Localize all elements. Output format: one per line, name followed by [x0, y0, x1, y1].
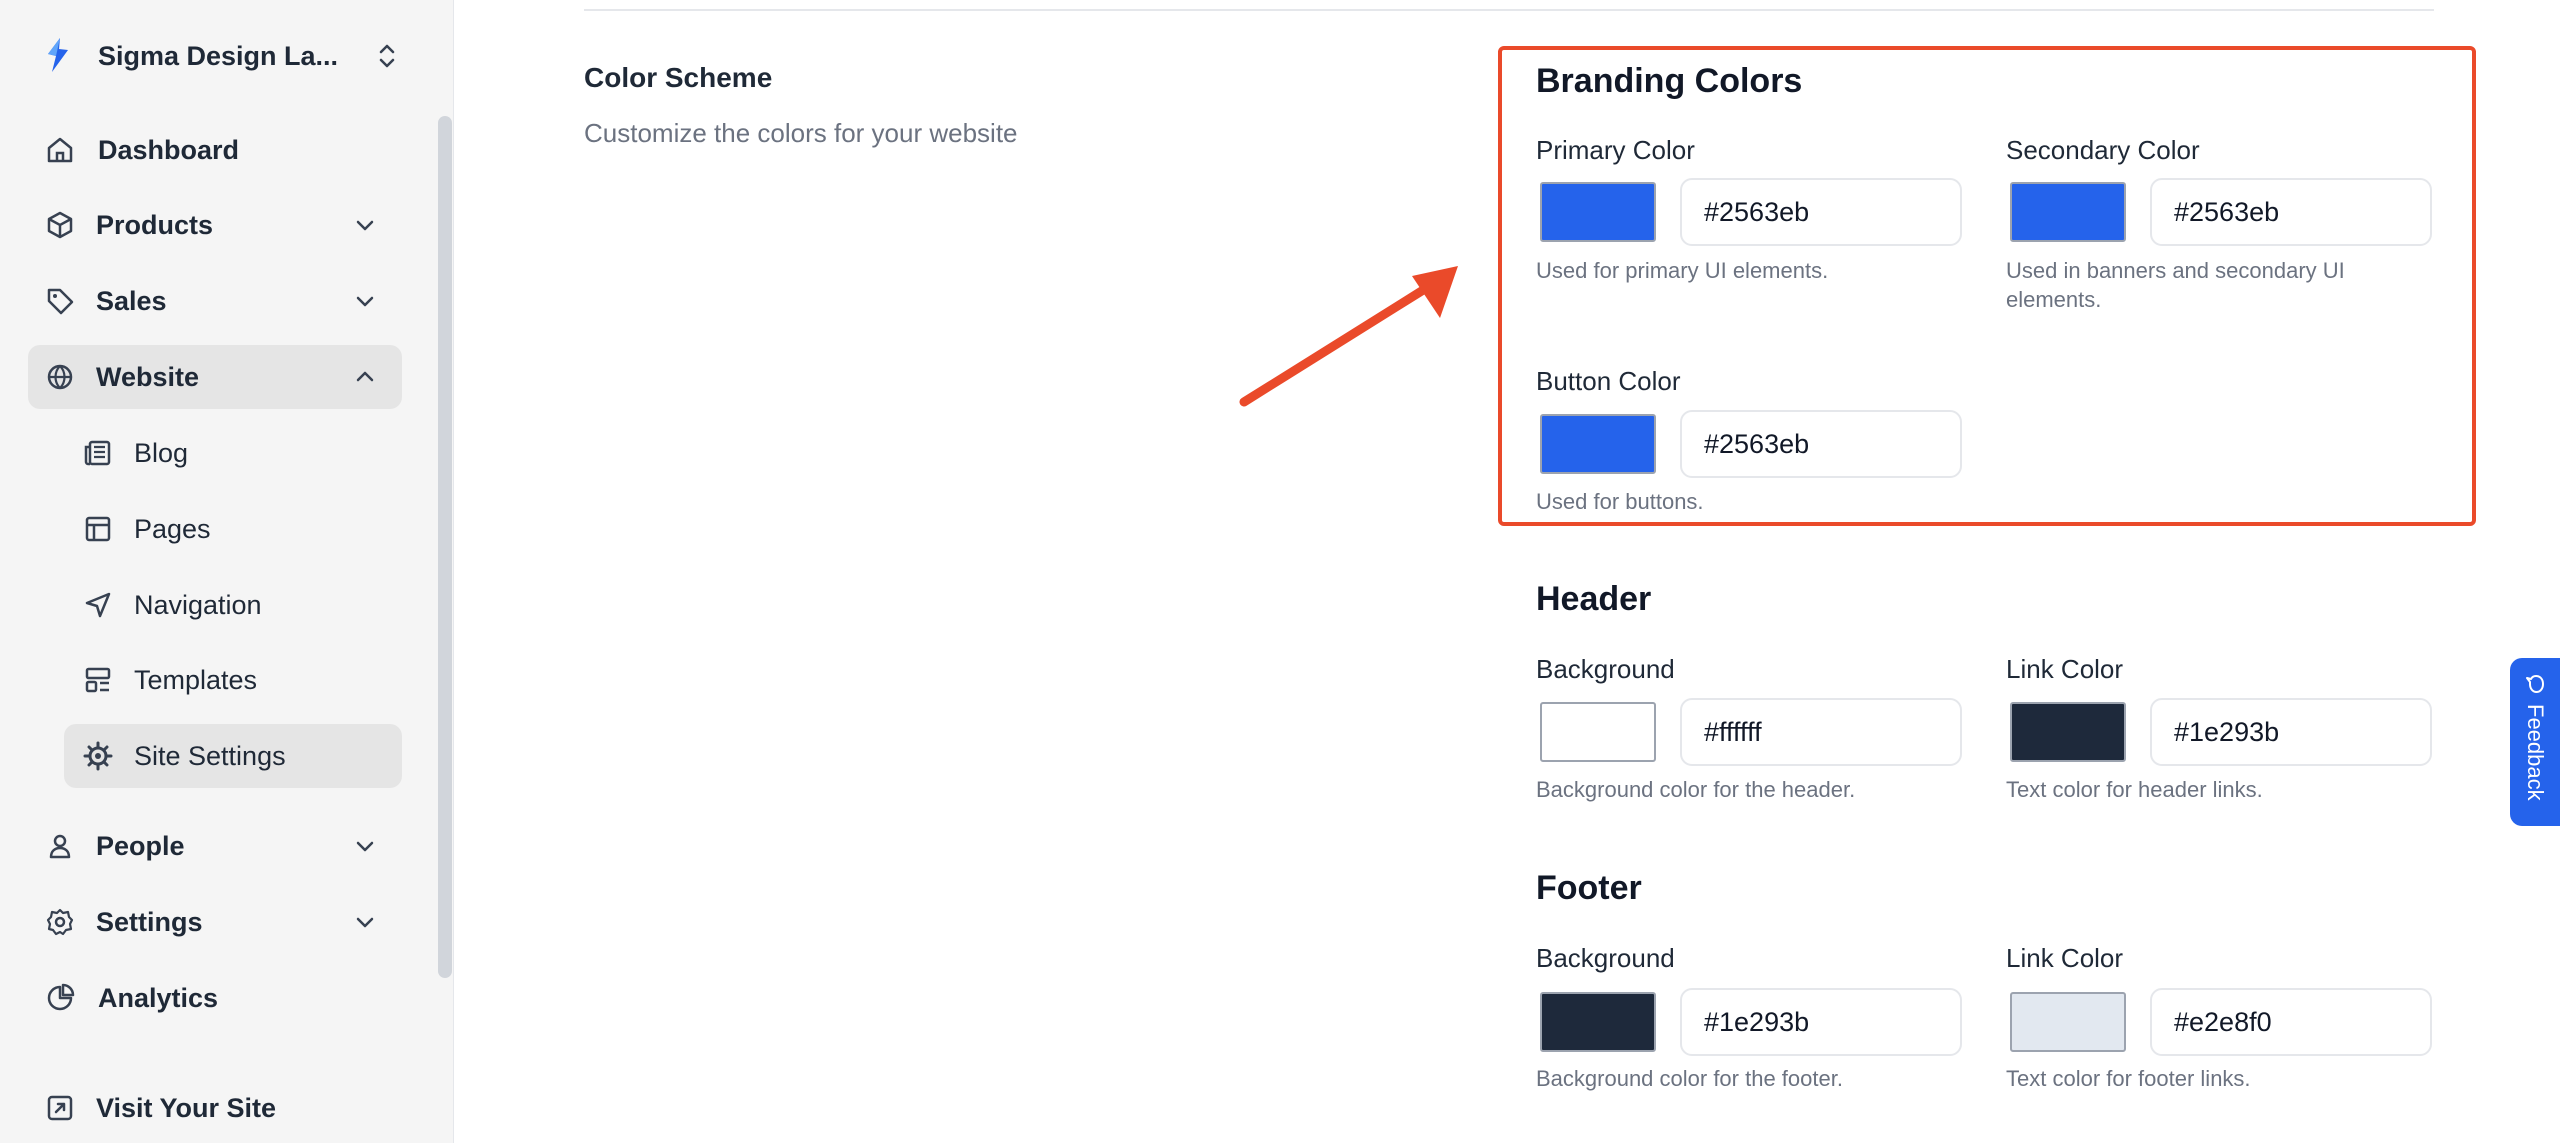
gear-icon	[46, 908, 74, 936]
header-link-label: Link Color	[2006, 654, 2124, 684]
feedback-label: Feedback	[2523, 704, 2548, 801]
chevron-down-icon	[356, 220, 374, 231]
primary-color-swatch[interactable]	[1540, 182, 1656, 242]
footer-colors-title: Footer	[1536, 869, 1642, 907]
sidebar-item-label: Dashboard	[98, 134, 240, 165]
secondary-color-input[interactable]: #2563eb	[2150, 178, 2432, 246]
chevron-down-icon	[356, 841, 374, 852]
footer-link-label: Link Color	[2006, 943, 2124, 973]
home-icon	[47, 137, 73, 163]
secondary-color-help: Used in banners and secondary UI element…	[2006, 258, 2345, 312]
box-icon	[47, 211, 73, 239]
sidebar-item-site-settings[interactable]: Site Settings	[64, 724, 402, 788]
secondary-color-label: Secondary Color	[2006, 135, 2200, 165]
sidebar-item-label: Blog	[134, 437, 189, 468]
sidebar-item-label: Analytics	[98, 982, 219, 1013]
brand-name: Sigma Design La...	[98, 40, 339, 71]
branding-colors-title: Branding Colors	[1536, 62, 1803, 100]
header-background-input[interactable]: #ffffff	[1680, 698, 1962, 766]
button-color-input[interactable]: #2563eb	[1680, 410, 1962, 478]
sidebar-item-products[interactable]: Products	[28, 193, 402, 257]
newspaper-icon	[84, 440, 111, 466]
chevron-up-down-icon[interactable]	[374, 40, 400, 72]
header-colors-title: Header	[1536, 580, 1652, 618]
globe-icon	[47, 364, 73, 390]
sidebar-item-label: Site Settings	[134, 740, 286, 771]
sidebar-item-label: People	[96, 830, 185, 861]
template-icon	[85, 667, 111, 693]
footer-background-swatch[interactable]	[1540, 992, 1656, 1052]
workspace-switcher[interactable]: Sigma Design La...	[40, 30, 400, 82]
section-title: Color Scheme	[584, 62, 773, 93]
sidebar-item-blog[interactable]: Blog	[64, 421, 402, 485]
primary-color-help: Used for primary UI elements.	[1536, 258, 1829, 283]
user-icon	[49, 834, 71, 859]
sidebar-item-label: Settings	[96, 906, 203, 937]
section-description: Customize the colors for your website	[584, 118, 1018, 148]
footer-link-help: Text color for footer links.	[2006, 1066, 2251, 1091]
header-link-swatch[interactable]	[2010, 702, 2126, 762]
sidebar-item-label: Sales	[96, 285, 167, 316]
footer-link-input[interactable]: #e2e8f0	[2150, 988, 2432, 1056]
sidebar-item-templates[interactable]: Templates	[64, 648, 402, 712]
sidebar: Sigma Design La... Dashboard Products Sa…	[0, 0, 454, 1143]
secondary-color-swatch[interactable]	[2010, 182, 2126, 242]
sidebar-item-label: Products	[96, 209, 214, 240]
sidebar-scrollbar[interactable]	[438, 116, 452, 978]
button-color-label: Button Color	[1536, 366, 1681, 396]
sidebar-item-label: Navigation	[134, 589, 262, 620]
footer-background-input[interactable]: #1e293b	[1680, 988, 1962, 1056]
footer-link-swatch[interactable]	[2010, 992, 2126, 1052]
external-link-icon	[47, 1095, 73, 1121]
brand-logo-icon	[48, 38, 68, 72]
header-background-swatch[interactable]	[1540, 702, 1656, 762]
sidebar-item-navigation[interactable]: Navigation	[64, 573, 402, 637]
section-divider	[584, 9, 2434, 11]
navigation-arrow-icon	[85, 592, 111, 618]
header-link-help: Text color for header links.	[2006, 777, 2263, 802]
sidebar-item-website[interactable]: Website	[28, 345, 402, 409]
button-color-help: Used for buttons.	[1536, 489, 1704, 514]
footer-background-label: Background	[1536, 943, 1675, 973]
primary-color-input[interactable]: #2563eb	[1680, 178, 1962, 246]
annotation-arrow-icon	[1239, 266, 1458, 407]
sidebar-item-people[interactable]: People	[28, 814, 402, 878]
sidebar-item-pages[interactable]: Pages	[64, 497, 402, 561]
primary-color-label: Primary Color	[1536, 135, 1695, 165]
chat-bubble-icon	[2526, 675, 2544, 693]
sidebar-item-sales[interactable]: Sales	[28, 269, 402, 333]
header-background-label: Background	[1536, 654, 1675, 684]
sidebar-item-label: Visit Your Site	[96, 1092, 277, 1123]
layout-icon	[85, 516, 111, 542]
chevron-down-icon	[356, 296, 374, 307]
cog-icon	[83, 741, 113, 771]
sidebar-item-settings[interactable]: Settings	[28, 890, 402, 954]
sidebar-item-label: Pages	[134, 513, 211, 544]
pie-chart-icon	[47, 983, 75, 1011]
feedback-button[interactable]: Feedback	[2510, 658, 2560, 826]
footer-background-help: Background color for the footer.	[1536, 1066, 1843, 1091]
sidebar-item-analytics[interactable]: Analytics	[28, 966, 402, 1030]
tag-icon	[47, 288, 74, 315]
sidebar-item-label: Website	[96, 361, 200, 392]
sidebar-item-visit-site[interactable]: Visit Your Site	[28, 1076, 402, 1140]
sidebar-item-label: Templates	[134, 664, 258, 695]
chevron-down-icon	[356, 917, 374, 928]
button-color-swatch[interactable]	[1540, 414, 1656, 474]
header-background-help: Background color for the header.	[1536, 777, 1856, 802]
header-link-input[interactable]: #1e293b	[2150, 698, 2432, 766]
sidebar-item-dashboard[interactable]: Dashboard	[28, 118, 402, 182]
chevron-up-icon	[356, 371, 374, 382]
